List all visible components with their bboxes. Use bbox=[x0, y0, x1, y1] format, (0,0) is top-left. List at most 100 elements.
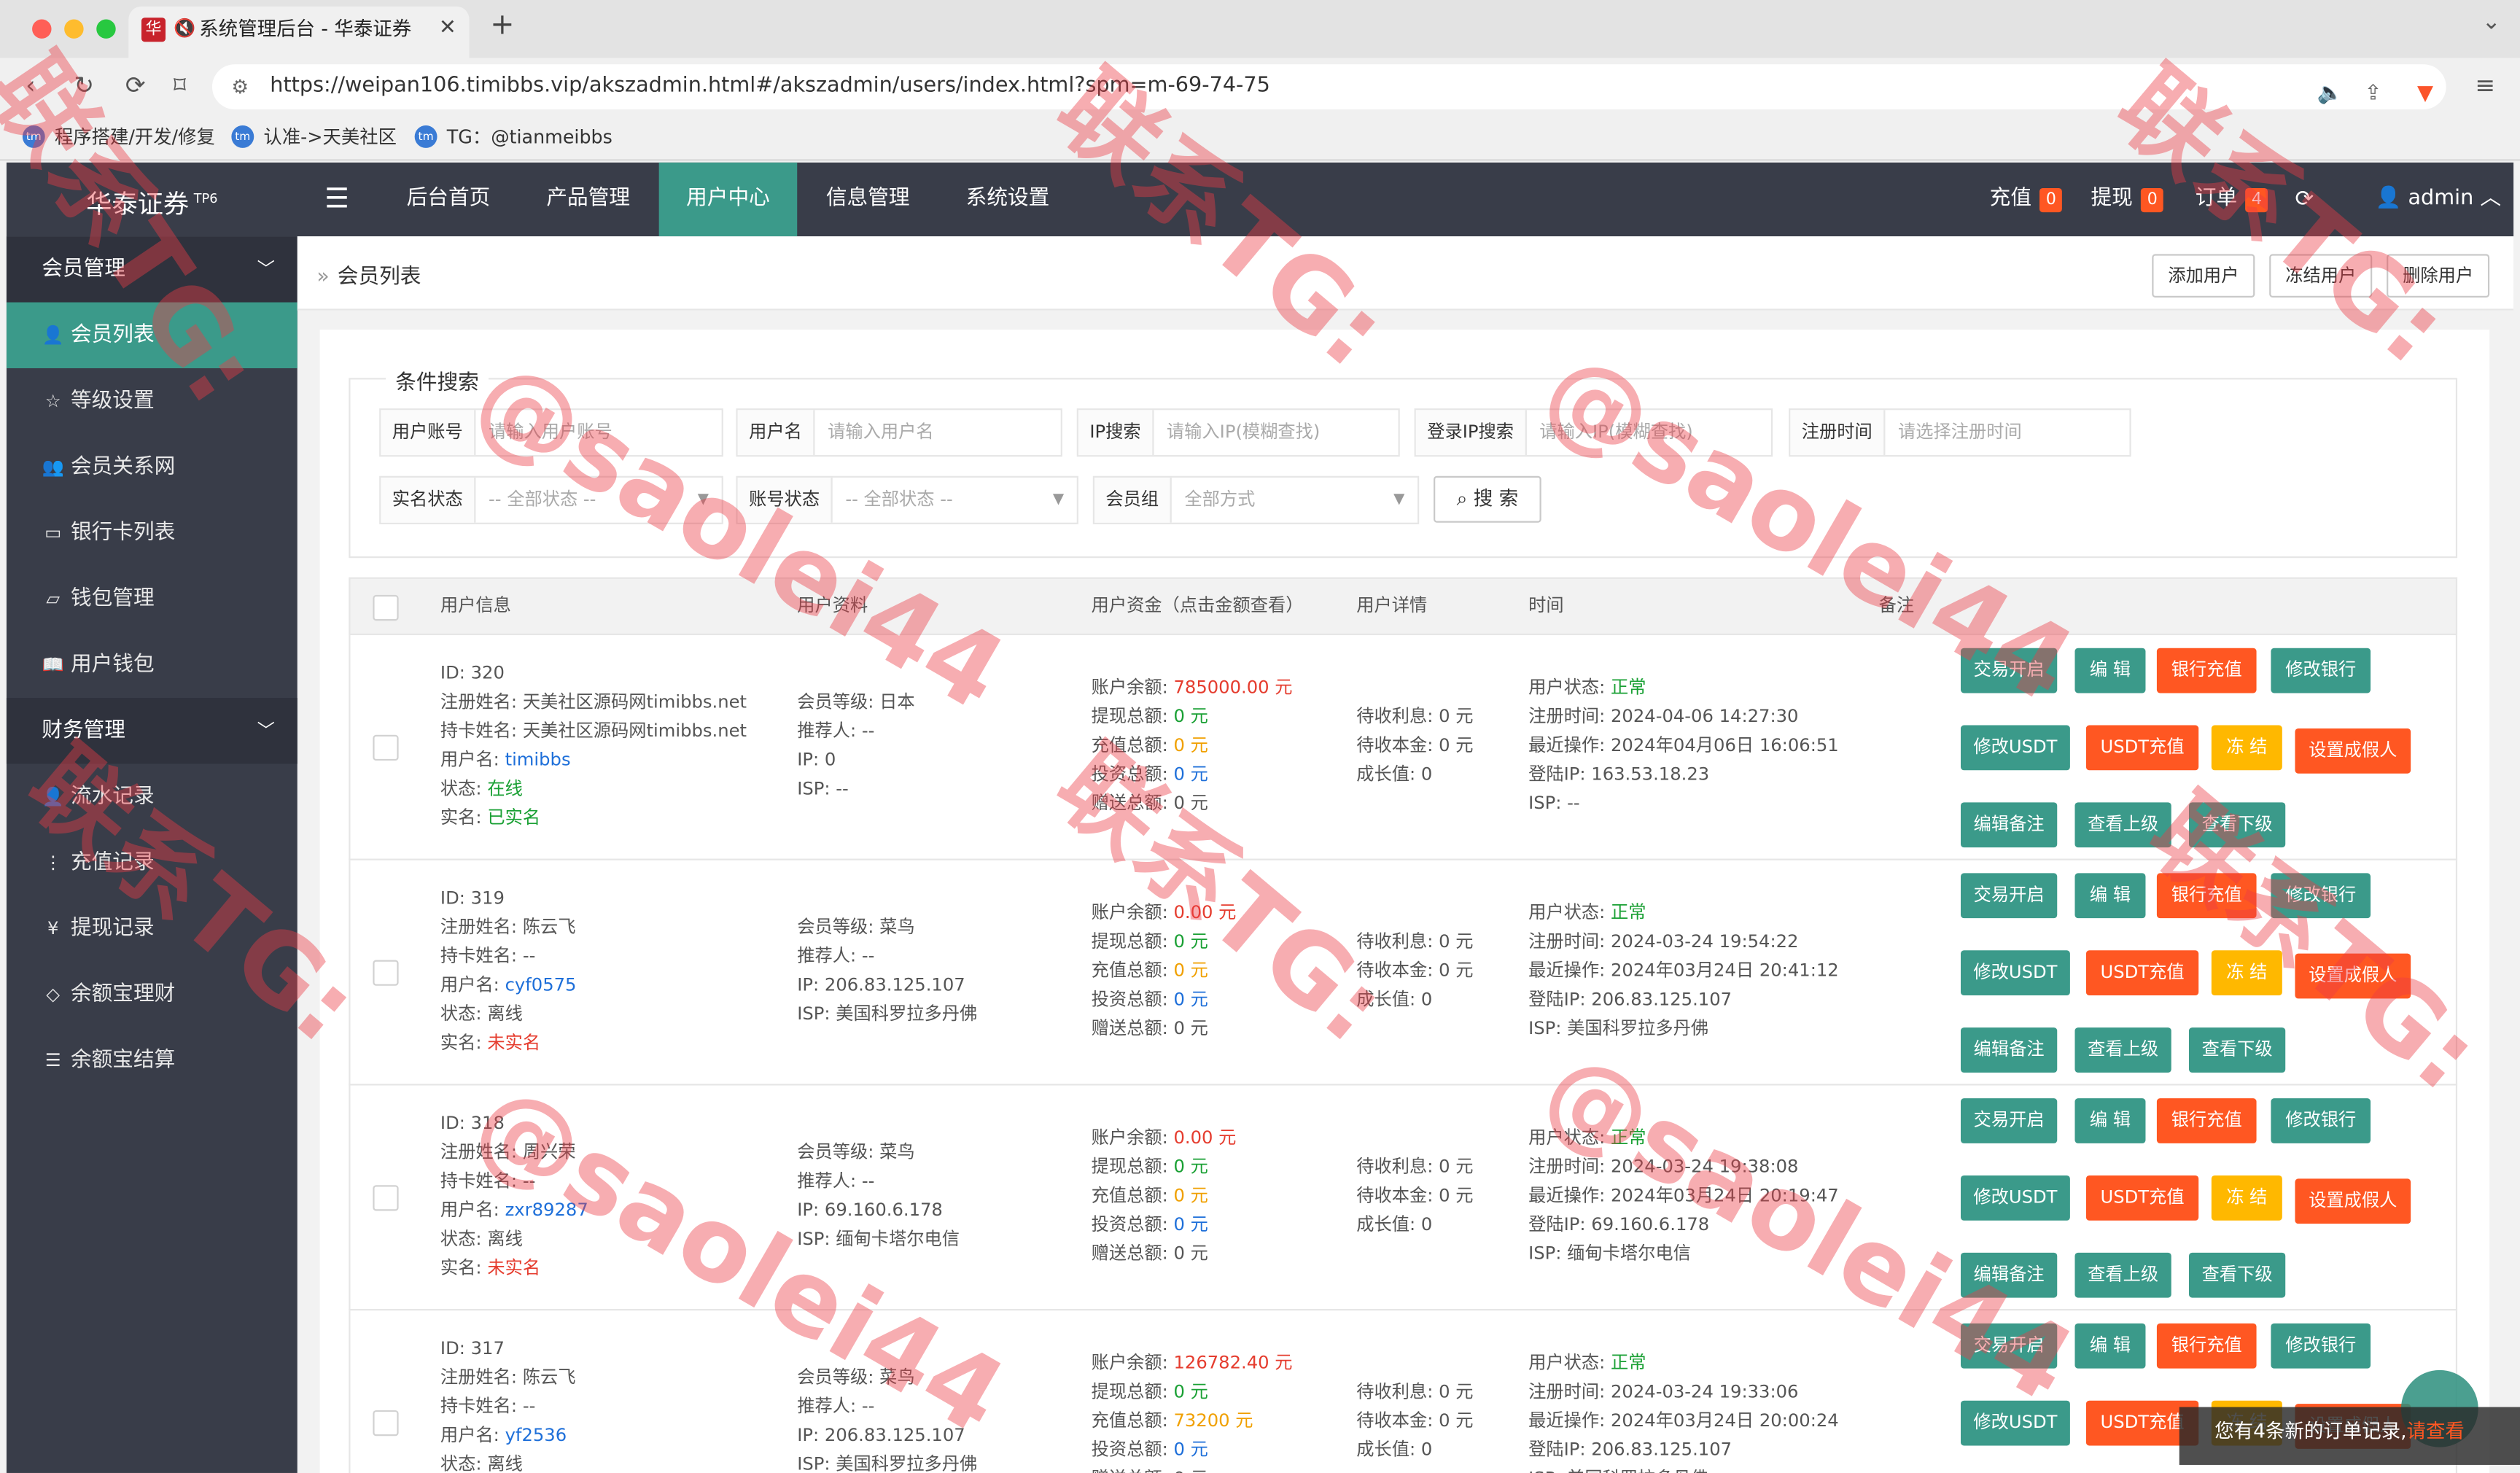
edit-button[interactable]: 编 辑 bbox=[2074, 648, 2146, 693]
sidebar-item-yuebao[interactable]: ◇ 余额宝理财 bbox=[7, 962, 298, 1027]
set-fake-button[interactable]: 设置成假人 bbox=[2295, 1178, 2411, 1224]
sidebar-item-member-list[interactable]: 👤 会员列表 bbox=[6, 302, 298, 368]
row-checkbox[interactable] bbox=[373, 960, 399, 986]
row-checkbox[interactable] bbox=[373, 1410, 399, 1437]
sidebar-item-user-wallet[interactable]: 📖 用户钱包 bbox=[7, 632, 298, 698]
usdt-recharge-button[interactable]: USDT充值 bbox=[2085, 1175, 2199, 1221]
nav-products[interactable]: 产品管理 bbox=[519, 163, 658, 236]
add-user-button[interactable]: 添加用户 bbox=[2152, 254, 2255, 298]
member-group-select[interactable]: 会员组 全部方式 ▼ bbox=[1092, 475, 1420, 524]
edit-usdt-button[interactable]: 修改USDT bbox=[1961, 1175, 2070, 1221]
ip-field[interactable]: IP搜索 请输入IP(模糊查找) bbox=[1076, 408, 1400, 457]
edit-remark-button[interactable]: 编辑备注 bbox=[1961, 802, 2058, 848]
refresh-icon[interactable]: ⟳ bbox=[2295, 163, 2314, 236]
account-field[interactable]: 用户账号 请输入用户账号 bbox=[379, 408, 723, 457]
edit-bank-button[interactable]: 修改银行 bbox=[2271, 1098, 2371, 1143]
toast-link[interactable]: 请查看 bbox=[2407, 1420, 2465, 1442]
menu-toggle-icon[interactable]: ☰ bbox=[324, 183, 349, 215]
sidebar-item-withdraw[interactable]: ¥ 提现记录 bbox=[7, 895, 298, 961]
nav-home[interactable]: 后台首页 bbox=[379, 163, 518, 236]
audio-muted-icon[interactable]: 🔈 bbox=[2317, 72, 2344, 117]
row-checkbox[interactable] bbox=[373, 734, 399, 761]
view-children-button[interactable]: 查看下级 bbox=[2188, 1252, 2286, 1298]
trade-toggle-button[interactable]: 交易开启 bbox=[1961, 873, 2058, 919]
sidebar-item-wallets[interactable]: ▱ 钱包管理 bbox=[7, 566, 298, 631]
bookmark-icon[interactable]: ⌑ bbox=[174, 71, 186, 100]
sidebar-item-flow[interactable]: 👤 流水记录 bbox=[7, 763, 298, 829]
edit-usdt-button[interactable]: 修改USDT bbox=[1961, 1400, 2070, 1446]
menu-icon[interactable]: ≡ bbox=[2475, 71, 2495, 100]
reload-icon[interactable]: ↻ bbox=[74, 71, 94, 100]
trade-toggle-button[interactable]: 交易开启 bbox=[1961, 1323, 2058, 1369]
bookmark-item[interactable]: tm TG：@tianmeibbs bbox=[414, 124, 612, 149]
login-ip-field[interactable]: 登录IP搜索 请输入IP(模糊查找) bbox=[1414, 408, 1773, 457]
view-parent-button[interactable]: 查看上级 bbox=[2074, 1252, 2171, 1298]
close-tab-icon[interactable]: ✕ bbox=[439, 7, 456, 52]
bank-recharge-button[interactable]: 银行充值 bbox=[2156, 873, 2257, 919]
set-fake-button[interactable]: 设置成假人 bbox=[2295, 728, 2411, 774]
mute-icon[interactable]: 🔇 bbox=[174, 7, 195, 52]
user-menu[interactable]: 👤 admin ︿ bbox=[2376, 163, 2501, 236]
close-window-icon[interactable] bbox=[32, 19, 52, 39]
edit-button[interactable]: 编 辑 bbox=[2074, 1098, 2146, 1143]
edit-bank-button[interactable]: 修改银行 bbox=[2271, 873, 2371, 919]
freeze-button[interactable]: 冻 结 bbox=[2211, 950, 2282, 996]
freeze-button[interactable]: 冻 结 bbox=[2211, 725, 2282, 771]
edit-bank-button[interactable]: 修改银行 bbox=[2271, 1323, 2371, 1369]
select-all-checkbox[interactable] bbox=[373, 594, 399, 621]
edit-button[interactable]: 编 辑 bbox=[2074, 1323, 2146, 1369]
nav-settings[interactable]: 系统设置 bbox=[938, 163, 1077, 236]
view-parent-button[interactable]: 查看上级 bbox=[2074, 802, 2171, 848]
site-settings-icon[interactable]: ⚙ bbox=[231, 64, 249, 109]
bank-recharge-button[interactable]: 银行充值 bbox=[2156, 1098, 2257, 1143]
regtime-field[interactable]: 注册时间 请选择注册时间 bbox=[1789, 408, 2131, 457]
brave-shield-icon[interactable]: ▼ bbox=[2417, 72, 2433, 117]
maximize-window-icon[interactable] bbox=[96, 19, 116, 39]
bookmark-item[interactable]: tm 程序搭建/开发/修复 bbox=[22, 124, 215, 149]
minimize-window-icon[interactable] bbox=[64, 19, 84, 39]
edit-usdt-button[interactable]: 修改USDT bbox=[1961, 725, 2070, 771]
set-fake-button[interactable]: 设置成假人 bbox=[2295, 953, 2411, 999]
account-status-select[interactable]: 账号状态 -- 全部状态 -- ▼ bbox=[736, 475, 1078, 524]
freeze-button[interactable]: 冻 结 bbox=[2211, 1175, 2282, 1221]
view-parent-button[interactable]: 查看上级 bbox=[2074, 1027, 2171, 1073]
row-checkbox[interactable] bbox=[373, 1185, 399, 1211]
search-button[interactable]: ⌕ 搜 索 bbox=[1434, 475, 1541, 523]
back-icon[interactable]: ‹ bbox=[26, 71, 35, 100]
address-bar[interactable]: ⚙ https://weipan106.timibbs.vip/akszadmi… bbox=[211, 64, 2446, 109]
sidebar-group-finance[interactable]: 财务管理 ﹀ bbox=[6, 698, 298, 764]
edit-remark-button[interactable]: 编辑备注 bbox=[1961, 1027, 2058, 1073]
order-toast[interactable]: 您有4条新的订单记录,请查看 bbox=[2179, 1407, 2520, 1465]
sidebar-item-recharge[interactable]: ⋮ 充值记录 bbox=[7, 830, 298, 895]
sidebar-item-yuebao-settle[interactable]: ☰ 余额宝结算 bbox=[7, 1027, 298, 1093]
edit-remark-button[interactable]: 编辑备注 bbox=[1961, 1252, 2058, 1298]
usdt-recharge-button[interactable]: USDT充值 bbox=[2085, 725, 2199, 771]
realname-select[interactable]: 实名状态 -- 全部状态 -- ▼ bbox=[379, 475, 723, 524]
view-children-button[interactable]: 查看下级 bbox=[2188, 802, 2286, 848]
withdraw-indicator[interactable]: 提现 0 bbox=[2091, 163, 2164, 236]
recharge-indicator[interactable]: 充值 0 bbox=[1990, 163, 2063, 236]
new-tab-icon[interactable]: + bbox=[490, 8, 514, 42]
sidebar-item-bank-cards[interactable]: ▭ 银行卡列表 bbox=[7, 500, 298, 566]
browser-tab[interactable]: 华 🔇 系统管理后台 - 华泰证券 ✕ bbox=[128, 6, 470, 58]
bank-recharge-button[interactable]: 银行充值 bbox=[2156, 1323, 2257, 1369]
bookmark-item[interactable]: tm 认准->天美社区 bbox=[231, 124, 397, 149]
username-field[interactable]: 用户名 请输入用户名 bbox=[736, 408, 1062, 457]
view-children-button[interactable]: 查看下级 bbox=[2188, 1027, 2286, 1073]
sidebar-item-levels[interactable]: ☆ 等级设置 bbox=[7, 368, 298, 434]
share-icon[interactable]: ⇪ bbox=[2364, 72, 2381, 117]
refresh-icon[interactable]: ⟳ bbox=[125, 71, 146, 100]
bank-recharge-button[interactable]: 银行充值 bbox=[2156, 648, 2257, 693]
sidebar-item-relations[interactable]: 👥 会员关系网 bbox=[7, 434, 298, 500]
order-indicator[interactable]: 订单 4 bbox=[2196, 163, 2268, 236]
nav-info[interactable]: 信息管理 bbox=[798, 163, 937, 236]
trade-toggle-button[interactable]: 交易开启 bbox=[1961, 648, 2058, 693]
nav-user-center[interactable]: 用户中心 bbox=[658, 162, 798, 237]
edit-usdt-button[interactable]: 修改USDT bbox=[1961, 950, 2070, 996]
edit-bank-button[interactable]: 修改银行 bbox=[2271, 648, 2371, 693]
delete-user-button[interactable]: 删除用户 bbox=[2387, 254, 2490, 298]
tab-list-chevron-icon[interactable]: ⌄ bbox=[2482, 9, 2501, 35]
sidebar-group-members[interactable]: 会员管理 ﹀ bbox=[6, 236, 298, 303]
trade-toggle-button[interactable]: 交易开启 bbox=[1961, 1098, 2058, 1143]
edit-button[interactable]: 编 辑 bbox=[2074, 873, 2146, 919]
